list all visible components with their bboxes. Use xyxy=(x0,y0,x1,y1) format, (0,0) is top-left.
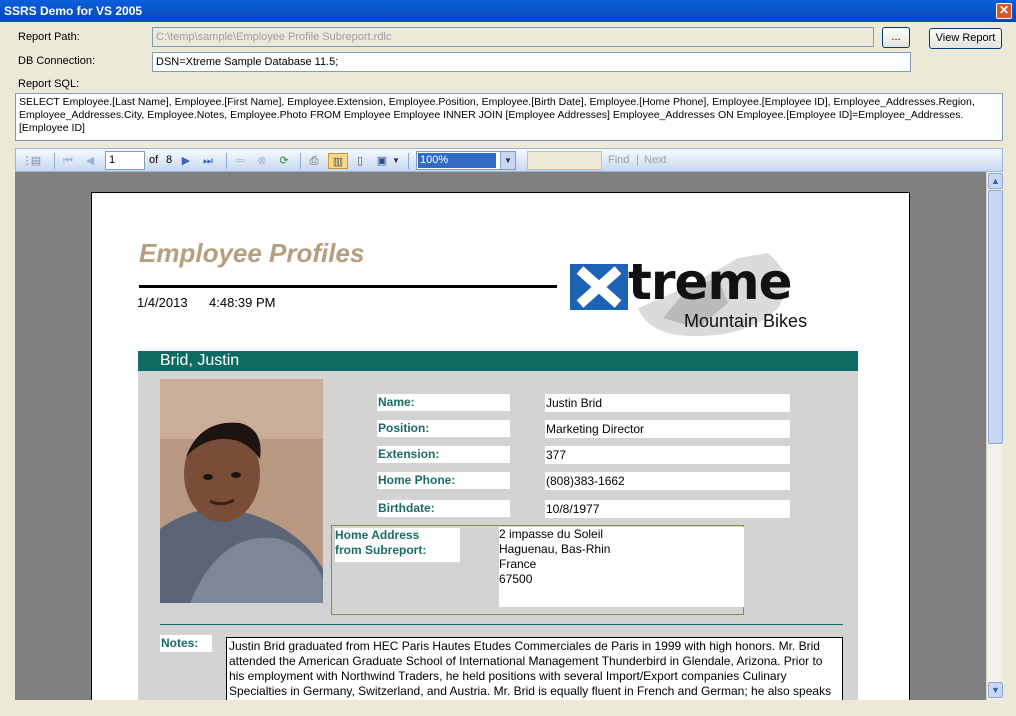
address-line: France xyxy=(499,557,537,571)
name-label: Name: xyxy=(377,394,510,411)
home-phone-label: Home Phone: xyxy=(377,472,510,489)
next-button[interactable]: Next xyxy=(644,152,667,168)
position-label: Position: xyxy=(377,420,510,437)
toolbar-separator xyxy=(408,153,409,169)
notes-text: Justin Brid graduated from HEC Paris Hau… xyxy=(226,637,843,700)
viewer-scrollbar[interactable]: ▲ ▼ xyxy=(986,172,1003,700)
address-subreport: Home Address from Subreport: 2 impasse d… xyxy=(331,525,744,615)
zoom-value: 100% xyxy=(418,153,496,168)
window-title: SSRS Demo for VS 2005 xyxy=(4,4,143,18)
address-label: Home Address from Subreport: xyxy=(335,528,460,562)
stop-icon[interactable]: ⊗ xyxy=(254,153,270,169)
extension-label: Extension: xyxy=(377,446,510,463)
address-label-line2: from Subreport: xyxy=(335,543,427,557)
report-date: 1/4/2013 xyxy=(137,295,188,310)
page-setup-icon[interactable]: ▯ xyxy=(352,153,368,169)
position-value: Marketing Director xyxy=(545,420,790,438)
toolbar-separator xyxy=(300,153,301,169)
chevron-down-icon[interactable]: ▼ xyxy=(388,153,404,169)
home-phone-value: (808)383-1662 xyxy=(545,472,790,490)
report-path-field[interactable]: C:\temp\sample\Employee Profile Subrepor… xyxy=(152,27,874,47)
address-label-line1: Home Address xyxy=(335,528,420,542)
next-page-icon[interactable]: ▶ xyxy=(178,153,194,169)
find-button[interactable]: Find xyxy=(608,152,629,168)
print-icon[interactable]: ⎙ xyxy=(306,153,322,169)
scrollbar-thumb[interactable] xyxy=(988,190,1003,444)
report-title: Employee Profiles xyxy=(139,238,365,268)
address-value: 2 impasse du Soleil Haguenau, Bas-Rhin F… xyxy=(499,527,744,607)
print-layout-icon[interactable]: ▥ xyxy=(328,153,348,169)
window-bottom-edge xyxy=(0,700,1016,716)
title-rule xyxy=(139,285,557,288)
browse-button[interactable]: ... xyxy=(882,27,910,48)
refresh-icon[interactable]: ⟳ xyxy=(276,153,292,169)
toolbar-separator xyxy=(226,153,227,169)
title-bar: SSRS Demo for VS 2005 ✕ xyxy=(0,0,1016,22)
report-path-label: Report Path: xyxy=(18,31,80,43)
find-separator: | xyxy=(636,154,639,166)
scroll-up-icon[interactable]: ▲ xyxy=(988,173,1003,189)
birthdate-label: Birthdate: xyxy=(377,500,510,517)
first-page-icon[interactable]: ⏮ xyxy=(60,153,76,169)
report-sql-label: Report SQL: xyxy=(18,78,80,90)
previous-page-icon[interactable]: ◀ xyxy=(82,153,98,169)
db-connection-field[interactable]: DSN=Xtreme Sample Database 11.5; xyxy=(152,52,911,72)
address-line: Haguenau, Bas-Rhin xyxy=(499,542,611,556)
last-page-icon[interactable]: ⏭ xyxy=(200,153,216,169)
notes-divider xyxy=(160,624,843,625)
employee-photo xyxy=(160,379,323,603)
db-connection-label: DB Connection: xyxy=(18,55,96,67)
page-total: 8 xyxy=(166,154,173,166)
report-viewer-toolbar: ⋮ ▤ ⏮ ◀ 1 of 8 ▶ ⏭ ⇦ ⊗ ⟳ ⎙ ▥ ▯ ▣ ▼ 100% … xyxy=(15,148,1003,172)
xtreme-logo: treme Mountain Bikes xyxy=(568,248,858,338)
chevron-down-icon[interactable]: ▼ xyxy=(500,152,515,169)
report-sql-field[interactable]: SELECT Employee.[Last Name], Employee.[F… xyxy=(15,93,1003,141)
notes-label: Notes: xyxy=(160,635,212,652)
document-map-icon[interactable]: ▤ xyxy=(28,153,44,169)
page-number-input[interactable]: 1 xyxy=(105,151,145,170)
back-icon[interactable]: ⇦ xyxy=(232,153,248,169)
zoom-select[interactable]: 100% ▼ xyxy=(416,151,516,170)
address-line: 67500 xyxy=(499,572,533,586)
logo-sub-text: Mountain Bikes xyxy=(684,311,808,331)
birthdate-value: 10/8/1977 xyxy=(545,500,790,518)
address-line: 2 impasse du Soleil xyxy=(499,527,604,541)
page-of-label: of xyxy=(149,154,159,166)
name-value: Justin Brid xyxy=(545,394,790,412)
find-input[interactable] xyxy=(527,151,602,170)
report-viewer: Employee Profiles 1/4/2013 4:48:39 PM tr… xyxy=(15,172,986,700)
scroll-down-icon[interactable]: ▼ xyxy=(988,682,1003,698)
view-report-button[interactable]: View Report xyxy=(929,28,1002,49)
report-page: Employee Profiles 1/4/2013 4:48:39 PM tr… xyxy=(91,192,910,700)
extension-value: 377 xyxy=(545,446,790,464)
close-icon[interactable]: ✕ xyxy=(996,3,1012,19)
employee-header: Brid, Justin xyxy=(138,351,858,371)
toolbar-separator xyxy=(54,153,55,169)
report-time: 4:48:39 PM xyxy=(209,295,276,310)
logo-main-text: treme xyxy=(628,253,792,311)
employee-photo-image xyxy=(160,379,323,603)
